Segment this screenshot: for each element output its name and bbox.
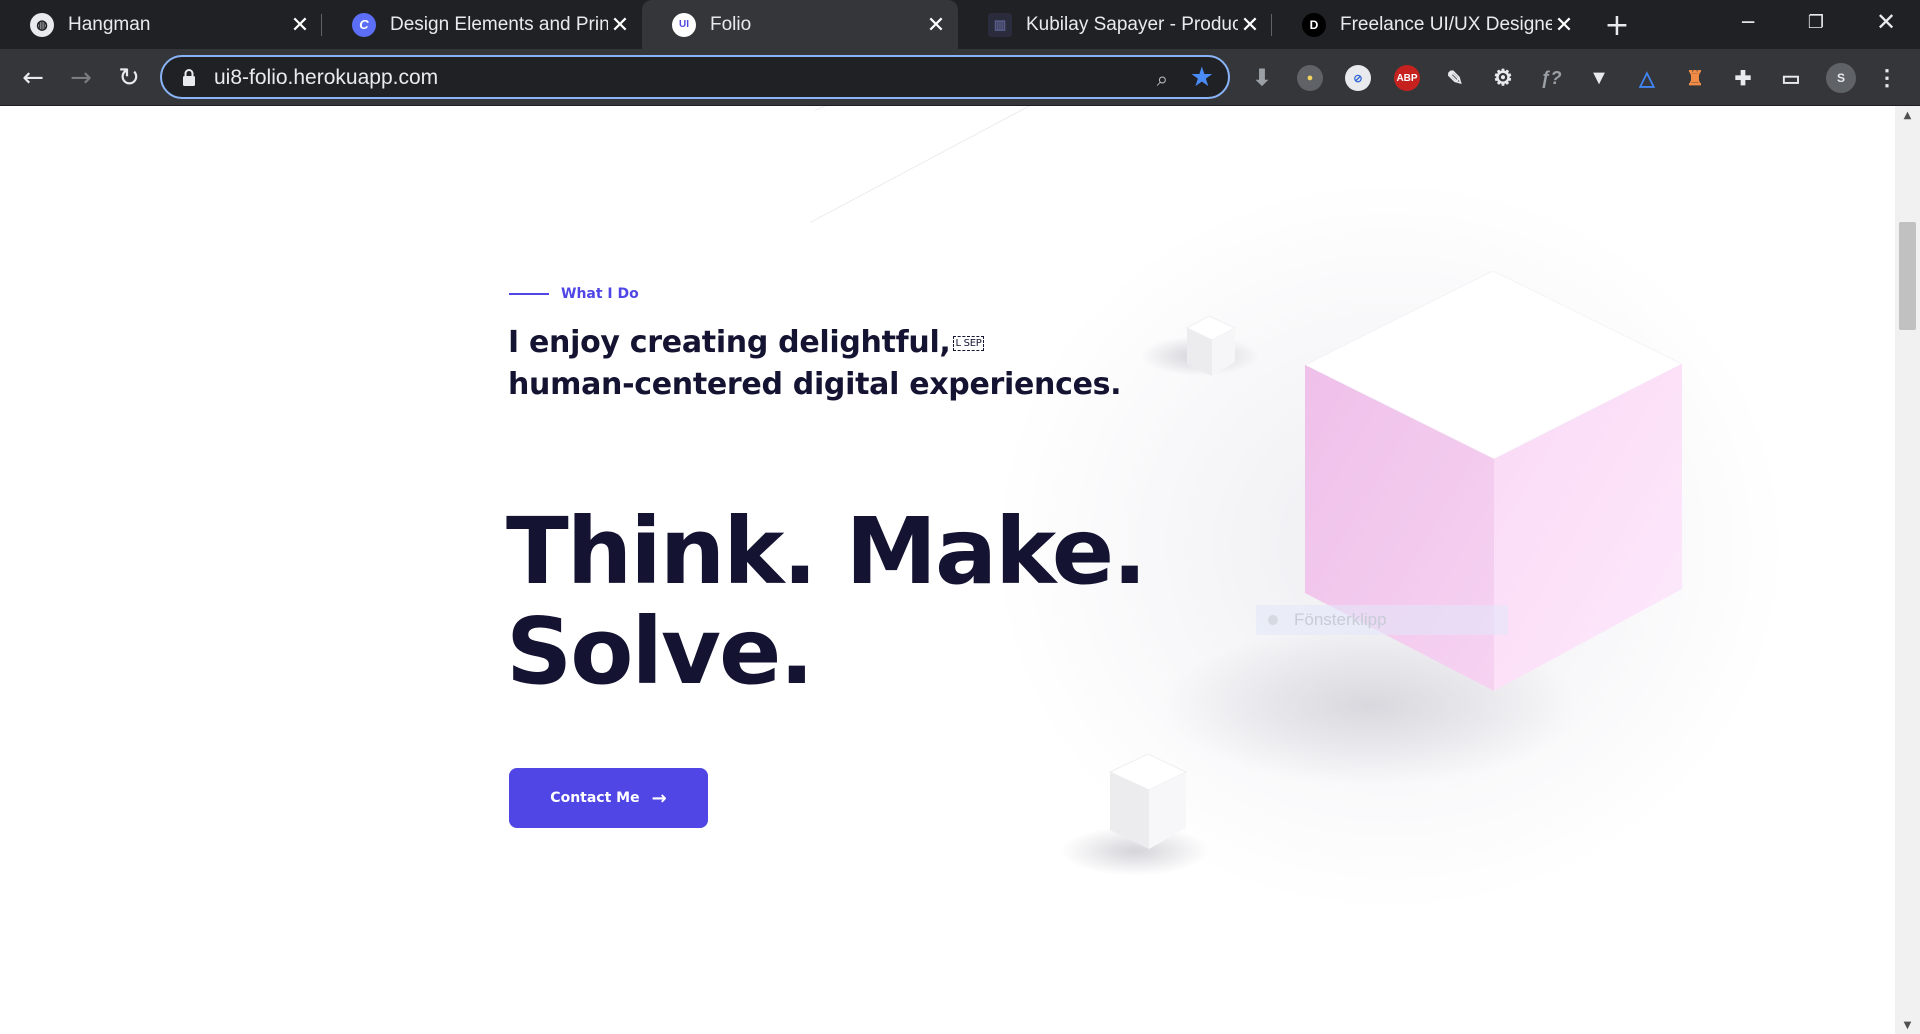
arrow-right-icon: → bbox=[651, 787, 667, 809]
block-extension-icon[interactable]: ⊘ bbox=[1345, 65, 1371, 91]
contact-me-label: Contact Me bbox=[550, 790, 640, 806]
close-tab-icon[interactable]: ✕ bbox=[924, 12, 948, 37]
page-scrollbar[interactable]: ▲ ▼ bbox=[1895, 106, 1920, 1034]
forward-icon[interactable]: → bbox=[66, 63, 96, 93]
url-text: ui8-folio.herokuapp.com bbox=[214, 66, 439, 89]
contact-me-button[interactable]: Contact Me → bbox=[509, 768, 708, 828]
page-viewport: Fönsterklipp What I Do I enjoy creating … bbox=[0, 106, 1895, 1034]
browser-toolbar: ← → ↻ ui8-folio.herokuapp.com ⌕ ★ ⬇ ● ⊘ … bbox=[0, 49, 1920, 106]
subheading-line-2: human-centered digital experiences. bbox=[508, 367, 1122, 402]
close-window-icon[interactable]: ✕ bbox=[1858, 0, 1914, 44]
d-logo-icon: D bbox=[1302, 12, 1326, 37]
cast-icon[interactable]: ▭ bbox=[1778, 65, 1804, 91]
portfolio-icon: ▥ bbox=[988, 12, 1012, 37]
tab-title: Freelance UI/UX Designer - bbox=[1340, 13, 1552, 35]
back-icon[interactable]: ← bbox=[18, 63, 48, 93]
subheading-line-1: I enjoy creating delightful, bbox=[508, 325, 951, 360]
triangle-extension-icon[interactable]: △ bbox=[1634, 65, 1660, 91]
restore-icon[interactable]: ❐ bbox=[1788, 0, 1844, 44]
new-tab-button[interactable]: + bbox=[1600, 8, 1634, 43]
tab-folio[interactable]: UI Folio ✕ bbox=[642, 0, 958, 49]
ui8-icon: UI bbox=[672, 12, 696, 37]
section-subheading: I enjoy creating delightful, L SEP human-… bbox=[508, 322, 1148, 406]
scroll-down-icon[interactable]: ▼ bbox=[1895, 1016, 1920, 1034]
section-eyebrow: What I Do bbox=[509, 286, 639, 302]
shield-extension-icon[interactable]: ● bbox=[1297, 65, 1323, 91]
close-tab-icon[interactable]: ✕ bbox=[1552, 12, 1576, 37]
globe-icon: ◍ bbox=[30, 12, 54, 37]
puzzle-extensions-icon[interactable]: ✚ bbox=[1730, 65, 1756, 91]
minimize-icon[interactable]: ─ bbox=[1720, 0, 1776, 44]
lighthouse-extension-icon[interactable]: ♜ bbox=[1682, 65, 1708, 91]
pen-extension-icon[interactable]: ✎ bbox=[1442, 65, 1468, 91]
zoom-icon[interactable]: ⌕ bbox=[1157, 67, 1168, 91]
close-tab-icon[interactable]: ✕ bbox=[1238, 12, 1262, 37]
window-snip-tooltip: Fönsterklipp bbox=[1256, 605, 1508, 635]
hero-heading: Think. Make. Solve. bbox=[506, 498, 1147, 705]
address-bar[interactable]: ui8-folio.herokuapp.com ⌕ ★ bbox=[160, 55, 1230, 99]
decorative-line bbox=[810, 106, 1049, 223]
tooltip-label: Fönsterklipp bbox=[1294, 610, 1387, 629]
tab-hangman[interactable]: ◍ Hangman ✕ bbox=[0, 0, 322, 49]
reload-icon[interactable]: ↻ bbox=[114, 63, 144, 93]
function-extension-icon[interactable]: ƒ? bbox=[1538, 65, 1564, 91]
decorative-line bbox=[815, 106, 1052, 111]
gear-extension-icon[interactable]: ⚙ bbox=[1490, 65, 1516, 91]
hero-line-1: Think. Make. bbox=[506, 498, 1147, 605]
vue-extension-icon[interactable]: ▼ bbox=[1586, 65, 1612, 91]
menu-kebab-icon[interactable]: ⋮ bbox=[1874, 65, 1900, 91]
scroll-up-icon[interactable]: ▲ bbox=[1895, 106, 1920, 124]
lock-icon bbox=[183, 69, 195, 86]
tab-strip: ◍ Hangman ✕ C Design Elements and Princi… bbox=[0, 0, 1920, 49]
tab-kubilay[interactable]: ▥ Kubilay Sapayer - Product D ✕ bbox=[958, 0, 1272, 49]
close-tab-icon[interactable]: ✕ bbox=[288, 12, 312, 37]
scrollbar-thumb[interactable] bbox=[1899, 222, 1916, 330]
tab-freelance[interactable]: D Freelance UI/UX Designer - ✕ bbox=[1272, 0, 1586, 49]
tab-title: Folio bbox=[710, 13, 752, 35]
tab-design-elements[interactable]: C Design Elements and Princi ✕ bbox=[322, 0, 642, 49]
canva-icon: C bbox=[352, 12, 376, 37]
tab-title: Hangman bbox=[68, 13, 151, 35]
hero-line-2: Solve. bbox=[506, 598, 814, 705]
download-extension-icon[interactable]: ⬇ bbox=[1249, 65, 1275, 91]
line-separator-glyph: L SEP bbox=[952, 336, 985, 351]
tab-title: Design Elements and Princi bbox=[390, 13, 608, 35]
small-cube-illustration bbox=[1185, 316, 1237, 376]
eyebrow-line bbox=[509, 293, 549, 295]
small-cube-illustration bbox=[1108, 754, 1188, 849]
tooltip-dot-icon bbox=[1268, 615, 1278, 625]
profile-avatar[interactable]: S bbox=[1826, 63, 1856, 93]
adblock-extension-icon[interactable]: ABP bbox=[1394, 65, 1420, 91]
eyebrow-label: What I Do bbox=[561, 286, 639, 302]
tab-title: Kubilay Sapayer - Product D bbox=[1026, 13, 1238, 35]
close-tab-icon[interactable]: ✕ bbox=[608, 12, 632, 37]
bookmark-star-icon[interactable]: ★ bbox=[1190, 62, 1214, 93]
